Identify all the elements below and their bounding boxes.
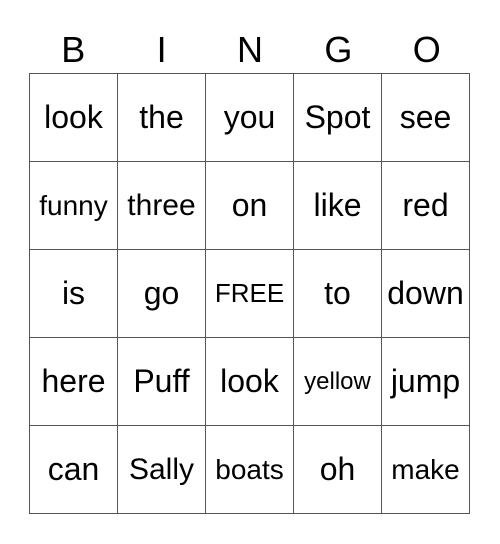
bingo-cell[interactable]: on [205, 161, 294, 250]
bingo-cell[interactable]: oh [293, 425, 382, 514]
bingo-cell[interactable]: can [29, 425, 118, 514]
bingo-cell[interactable]: Puff [117, 337, 206, 426]
bingo-header: B I N G O [29, 30, 471, 70]
header-letter: B [61, 29, 86, 70]
bingo-cell[interactable]: see [381, 73, 470, 162]
bingo-cell[interactable]: you [205, 73, 294, 162]
bingo-cell[interactable]: make [381, 425, 470, 514]
bingo-row: look the you Spot see [29, 73, 470, 162]
bingo-cell[interactable]: FREE [205, 249, 294, 338]
header-letter: N [236, 29, 263, 70]
bingo-row: here Puff look yellow jump [29, 337, 470, 426]
bingo-cell[interactable]: Spot [293, 73, 382, 162]
bingo-cell[interactable]: look [205, 337, 294, 426]
bingo-cell[interactable]: to [293, 249, 382, 338]
header-letter: O [412, 29, 441, 70]
bingo-cell[interactable]: three [117, 161, 206, 250]
bingo-cell[interactable]: funny [29, 161, 118, 250]
bingo-cell[interactable]: boats [205, 425, 294, 514]
header-letter: I [156, 29, 167, 70]
bingo-row: can Sally boats oh make [29, 425, 470, 514]
header-letter: G [324, 29, 353, 70]
bingo-cell[interactable]: Sally [117, 425, 206, 514]
bingo-cell[interactable]: yellow [293, 337, 382, 426]
bingo-cell[interactable]: like [293, 161, 382, 250]
bingo-row: is go FREE to down [29, 249, 470, 338]
bingo-row: funny three on like red [29, 161, 470, 250]
bingo-cell[interactable]: here [29, 337, 118, 426]
bingo-cell[interactable]: down [381, 249, 470, 338]
bingo-cell[interactable]: jump [381, 337, 470, 426]
bingo-grid: look the you Spot see funny three on like red is go… [29, 73, 470, 514]
bingo-cell[interactable]: go [117, 249, 206, 338]
bingo-cell[interactable]: the [117, 73, 206, 162]
bingo-cell[interactable]: look [29, 73, 118, 162]
bingo-cell[interactable]: red [381, 161, 470, 250]
bingo-cell[interactable]: is [29, 249, 118, 338]
